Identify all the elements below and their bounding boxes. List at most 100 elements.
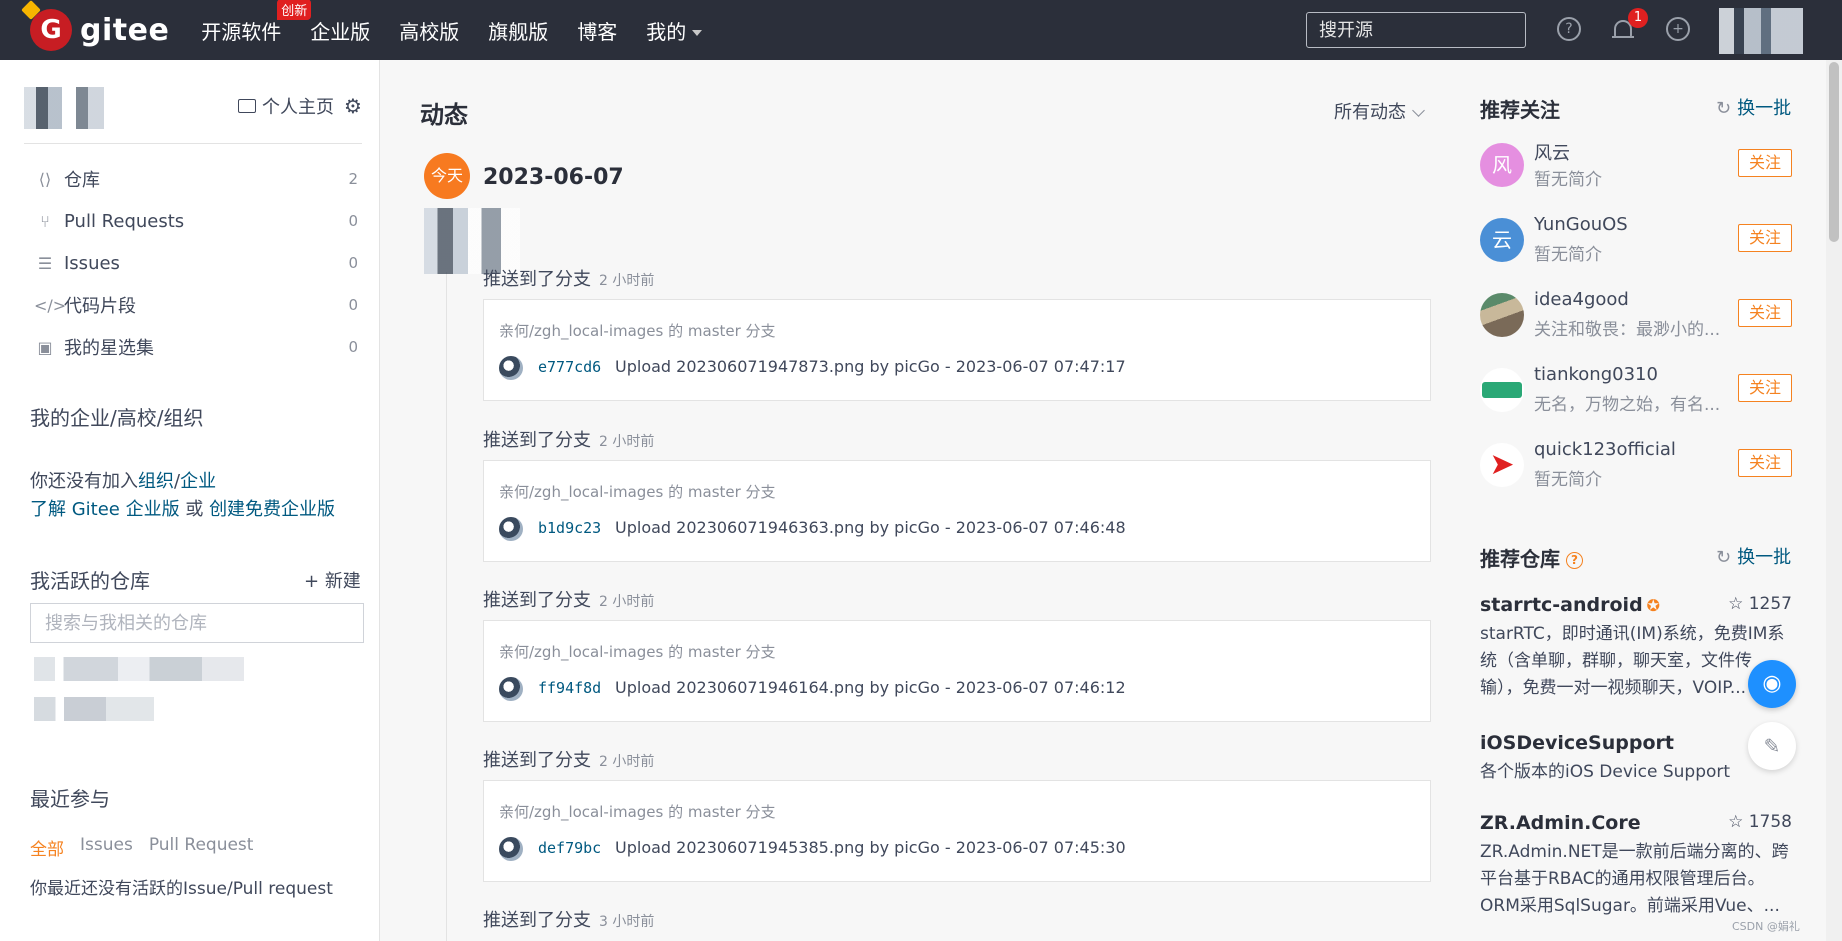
page-scrollbar[interactable]	[1826, 60, 1842, 941]
refresh-repos-link[interactable]: ↻ 换一批	[1716, 543, 1791, 569]
sidebar-item-label: Issues	[64, 252, 120, 274]
avatar-banner	[1482, 382, 1522, 398]
learn-enterprise-link[interactable]: 了解 Gitee 企业版	[30, 499, 180, 520]
org-empty-text: 你还没有加入组织/企业 了解 Gitee 企业版 或 创建免费企业版	[30, 468, 335, 524]
user-name-link[interactable]: idea4good	[1534, 289, 1629, 310]
repo-name-link[interactable]: ZR.Admin.Core	[1480, 812, 1641, 834]
nav-item-mine[interactable]: 我的	[646, 16, 703, 45]
plus-icon[interactable]: +	[1666, 17, 1690, 41]
refresh-users-link[interactable]: ↻ 换一批	[1716, 94, 1791, 120]
tab-all[interactable]: 全部	[30, 835, 64, 860]
nav-item-education[interactable]: 高校版	[399, 16, 459, 45]
help-icon[interactable]: ?	[1566, 552, 1583, 569]
recent-section-title: 最近参与	[30, 787, 110, 811]
sidebar-item-label: 我的星选集	[64, 338, 154, 359]
user-name-link[interactable]: 风云	[1534, 139, 1570, 165]
star-count[interactable]: ☆ 1257	[1728, 594, 1792, 614]
chevron-down-icon	[1412, 104, 1425, 117]
profile-avatar-name[interactable]	[24, 87, 124, 129]
nav-item-blog[interactable]: 博客	[577, 16, 617, 45]
top-navbar: G gitee 开源软件 创新 企业版 高校版 旗舰版 博客 我的 ? 1 +	[0, 0, 1842, 60]
plus-icon: +	[304, 571, 325, 592]
commit-repo[interactable]: 亲何/zgh_local-images 的 master 分支	[499, 320, 776, 341]
committer-avatar[interactable]	[499, 677, 523, 701]
sidebar-item-issues[interactable]: ☰ Issues 0	[34, 242, 358, 284]
paper-plane-icon[interactable]: ➤	[1480, 443, 1524, 487]
event-action: 推送到了分支	[483, 430, 591, 451]
commit-message: Upload 202306071946363.png by picGo - 20…	[615, 518, 1126, 537]
user-name-link[interactable]: tiankong0310	[1534, 364, 1658, 385]
refresh-icon: ↻	[1716, 547, 1732, 568]
commit-sha-link[interactable]: ff94f8d	[538, 679, 601, 697]
repo-name-link[interactable]: starrtc-android	[1480, 594, 1643, 616]
user-desc: 暂无简介	[1534, 170, 1602, 190]
sidebar-item-count: 2	[348, 170, 358, 188]
commit-repo[interactable]: 亲何/zgh_local-images 的 master 分支	[499, 481, 776, 502]
follow-button[interactable]: 关注	[1738, 299, 1792, 327]
activity-feed: 动态 所有动态 今天 2023-06-07 推送到了分支 2 小时前 亲何/zgh…	[380, 60, 1440, 941]
sidebar-item-count: 0	[348, 338, 358, 356]
gear-icon[interactable]: ⚙	[344, 94, 362, 118]
timeline-line	[446, 272, 447, 941]
star-count[interactable]: ☆ 1758	[1728, 812, 1792, 832]
sidebar-item-count: 0	[348, 296, 358, 314]
sidebar-item-collections[interactable]: ▣ 我的星选集 0	[34, 326, 358, 368]
commit-sha-link[interactable]: def79bc	[538, 839, 601, 857]
event-time: 3 小时前	[599, 914, 655, 930]
follow-button[interactable]: 关注	[1738, 449, 1792, 477]
gitee-logo[interactable]: G gitee	[30, 9, 169, 51]
committer-avatar[interactable]	[499, 517, 523, 541]
personal-home-link[interactable]: 个人主页	[238, 93, 334, 119]
recommended-user: idea4good 关注和敬畏：最渺小的... 关注	[1480, 287, 1792, 347]
scrollbar-thumb[interactable]	[1829, 62, 1839, 242]
commit-repo[interactable]: 亲何/zgh_local-images 的 master 分支	[499, 801, 776, 822]
event-header: 推送到了分支 2 小时前	[483, 265, 654, 291]
nav-item-open-source[interactable]: 开源软件 创新	[201, 0, 312, 45]
committer-avatar[interactable]	[499, 837, 523, 861]
tab-issues[interactable]: Issues	[80, 835, 133, 860]
join-enterprise-link[interactable]: 企业	[180, 471, 216, 492]
follow-button[interactable]: 关注	[1738, 224, 1792, 252]
event-header: 推送到了分支 2 小时前	[483, 746, 654, 772]
nav-item-flagship[interactable]: 旗舰版	[488, 16, 548, 45]
recommended-repo: starrtc-android ✪ ☆ 1257 starRTC，即时通讯(IM)…	[1480, 594, 1792, 702]
notification-bell-icon[interactable]: 1	[1612, 8, 1648, 42]
global-search-input[interactable]	[1306, 12, 1526, 48]
join-org-link[interactable]: 组织	[138, 471, 174, 492]
user-avatar[interactable]	[1719, 8, 1803, 54]
help-icon[interactable]: ?	[1557, 17, 1581, 41]
user-avatar[interactable]: 云	[1480, 218, 1524, 262]
follow-button[interactable]: 关注	[1738, 374, 1792, 402]
sidebar-item-repos[interactable]: ⟨⟩ 仓库 2	[34, 158, 358, 200]
commit-sha-link[interactable]: e777cd6	[538, 358, 601, 376]
feed-title: 动态	[420, 101, 468, 129]
feedback-edit-button[interactable]: ✎	[1748, 722, 1796, 770]
nav-item-enterprise[interactable]: 企业版	[310, 16, 370, 45]
repo-name-link[interactable]: iOSDeviceSupport	[1480, 732, 1674, 754]
sidebar-item-snippets[interactable]: </> 代码片段 0	[34, 284, 358, 326]
tab-pull-request[interactable]: Pull Request	[149, 835, 254, 860]
user-name-link[interactable]: quick123official	[1534, 439, 1676, 460]
repo-search-input[interactable]	[30, 603, 364, 643]
right-sidebar: 推荐关注 ↻ 换一批 风 风云 暂无简介 关注 云 YunGouOS 暂无简介 关…	[1480, 60, 1825, 941]
user-name-link[interactable]: YunGouOS	[1534, 214, 1628, 235]
star-number: 1257	[1748, 594, 1792, 614]
active-repo-item[interactable]	[34, 657, 244, 681]
chat-assistant-button[interactable]: ◉	[1748, 660, 1796, 708]
commit-repo[interactable]: 亲何/zgh_local-images 的 master 分支	[499, 641, 776, 662]
sidebar-item-pull-requests[interactable]: ⑂ Pull Requests 0	[34, 200, 358, 242]
create-enterprise-link[interactable]: 创建免费企业版	[209, 499, 335, 520]
commit-sha-link[interactable]: b1d9c23	[538, 519, 601, 537]
org-prefix: 你还没有加入	[30, 471, 138, 492]
new-repo-button[interactable]: + 新建	[304, 567, 361, 593]
committer-avatar[interactable]	[499, 356, 523, 380]
nav-item-label: 我的	[646, 19, 687, 44]
commit-card: 亲何/zgh_local-images 的 master 分支 b1d9c23 …	[483, 460, 1431, 562]
user-avatar[interactable]	[1480, 293, 1524, 337]
active-repo-item[interactable]	[34, 697, 154, 721]
refresh-label: 换一批	[1737, 547, 1792, 568]
follow-button[interactable]: 关注	[1738, 149, 1792, 177]
user-avatar[interactable]: 风	[1480, 143, 1524, 187]
feed-filter-dropdown[interactable]: 所有动态	[1334, 98, 1425, 124]
user-avatar[interactable]	[1480, 368, 1524, 412]
